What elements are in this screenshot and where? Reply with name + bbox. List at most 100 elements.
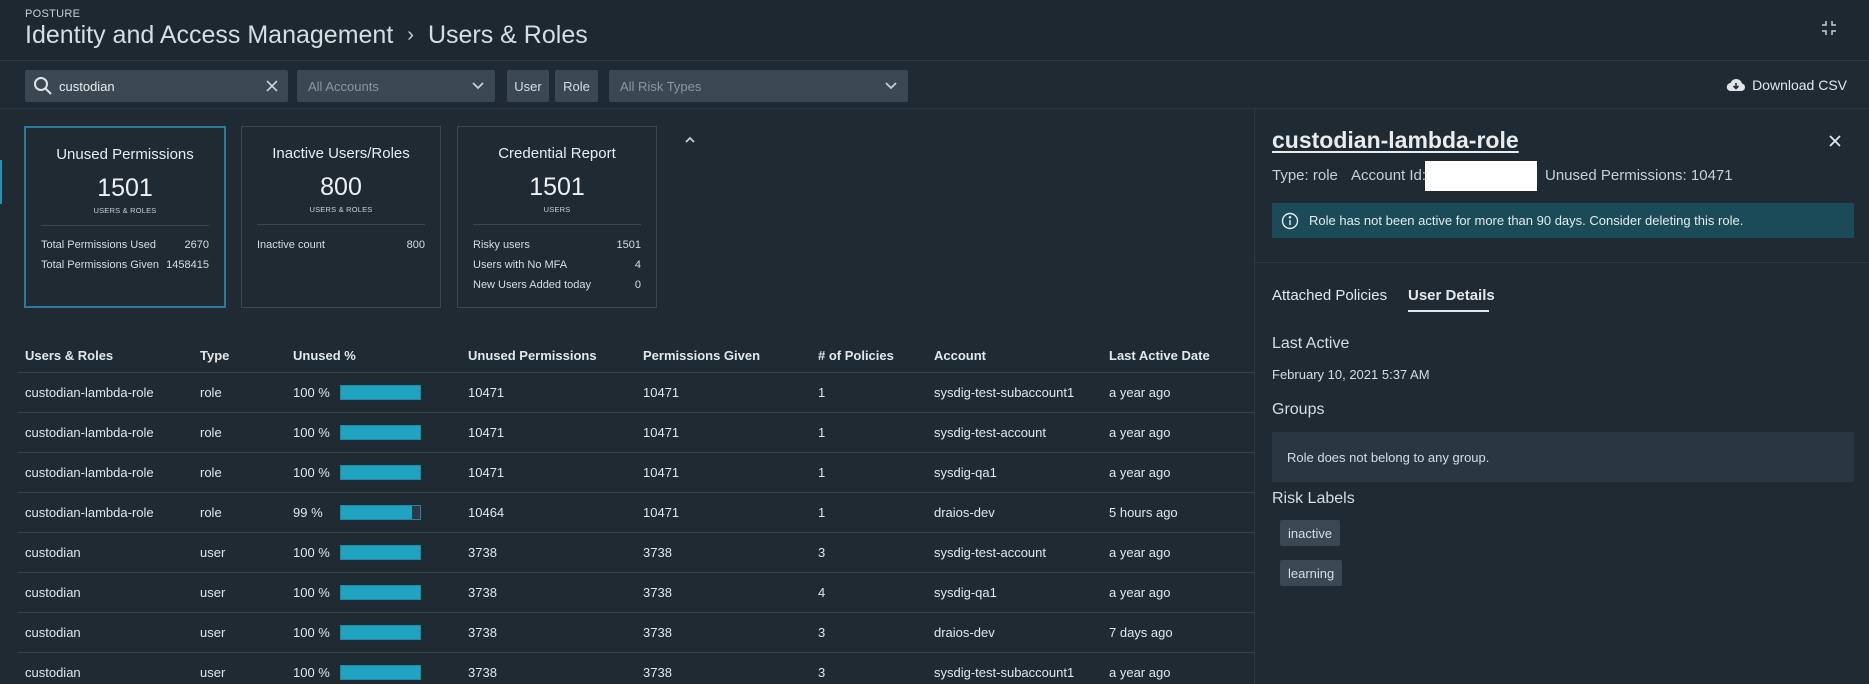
cell-name: custodian [18,612,193,653]
unused-percent: 100 % [293,544,461,560]
tab-attached-policies[interactable]: Attached Policies [1272,287,1387,304]
cell-policies: 1 [811,372,927,413]
cell-last-active: a year ago [1102,652,1254,684]
cell-type: user [193,572,286,613]
detail-account-label: Account Id: [1351,167,1427,184]
unused-percent-label: 100 % [293,584,330,600]
table-row[interactable]: custodian user 100 % 3738 3738 3 sysdig-test-s… [18,652,1254,684]
unused-percent-label: 100 % [293,424,330,440]
column-header[interactable]: Unused % [286,340,461,373]
card-subtitle: USERS & ROLES [309,205,373,214]
tab-user-details[interactable]: User Details [1408,287,1495,304]
unused-percent-bar [340,384,421,400]
stat-value: 800 [406,239,425,251]
stat-value: 2670 [184,239,209,251]
search-input[interactable] [59,78,259,94]
column-header[interactable]: Last Active Date [1102,340,1254,373]
unused-percent-bar-fill [341,425,420,439]
collapse-cards-chevron-up-icon[interactable] [683,134,697,146]
table-header-row: Users & Roles Type Unused % Unused Permi… [18,340,1254,373]
column-header[interactable]: Users & Roles [18,340,193,373]
unused-percent-bar [340,624,421,640]
close-icon[interactable] [1827,133,1843,149]
accounts-select[interactable]: All Accounts [297,70,495,102]
stat-label: Total Permissions Used [41,239,156,251]
table-row[interactable]: custodian-lambda-role role 99 % 10464 10471 1… [18,492,1254,533]
unused-percent-bar-fill [341,585,420,599]
stat-value: 4 [634,259,641,271]
stat-value: 0 [634,279,641,291]
card-credential-report[interactable]: Credential Report 1501 USERS Risky users… [457,126,657,308]
cell-unused-permissions: 10464 [461,492,636,533]
cell-account: draios-dev [927,612,1102,653]
cell-unused-percent: 100 % [286,612,461,653]
unused-percent-bar-fill [341,625,420,639]
card-inactive-users-roles[interactable]: Inactive Users/Roles 800 USERS & ROLES I… [241,126,441,308]
stat-value: 1501 [616,239,641,251]
column-header[interactable]: Permissions Given [636,340,811,373]
column-header[interactable]: # of Policies [811,340,927,373]
unused-percent-bar-fill [341,505,413,519]
cell-unused-percent: 99 % [286,492,461,533]
table-row[interactable]: custodian-lambda-role role 100 % 10471 10471… [18,412,1254,453]
download-csv-button[interactable]: Download CSV [1726,77,1847,93]
column-header[interactable]: Account [927,340,1102,373]
column-header[interactable]: Unused Permissions [461,340,636,373]
table-row[interactable]: custodian-lambda-role role 100 % 10471 10471… [18,372,1254,413]
detail-unused-permissions: Unused Permissions: 10471 [1545,167,1733,184]
detail-title[interactable]: custodian-lambda-role [1272,127,1519,154]
cell-account: sysdig-test-account [927,532,1102,573]
unused-percent: 100 % [293,664,461,680]
risk-types-select[interactable]: All Risk Types [609,70,908,102]
breadcrumb-chevron-icon: › [407,24,414,46]
groups-value: Role does not belong to any group. [1287,449,1490,465]
cell-type: user [193,652,286,684]
cell-type: role [193,412,286,453]
inactive-alert: Role has not been active for more than 9… [1272,203,1854,238]
user-filter-button[interactable]: User [507,70,549,102]
cell-unused-percent: 100 % [286,372,461,413]
cell-type: role [193,372,286,413]
search-icon [34,77,52,95]
cell-account: sysdig-test-account [927,412,1102,453]
breadcrumb: Identity and Access Management › Users &… [25,21,588,50]
unused-percent-bar [340,544,421,560]
cell-unused-percent: 100 % [286,572,461,613]
table-row[interactable]: custodian-lambda-role role 100 % 10471 10471… [18,452,1254,493]
stat-label: Risky users [473,239,530,251]
collapse-icon[interactable] [1819,18,1839,38]
card-stat: Total Permissions Used 2670 [41,239,209,251]
cell-unused-permissions: 3738 [461,612,636,653]
cell-permissions-given: 10471 [636,412,811,453]
unused-percent-bar [340,664,421,680]
risk-types-select-value: All Risk Types [620,78,702,94]
risk-label-chip: learning [1280,560,1343,586]
card-stat: Inactive count 800 [257,239,425,251]
active-tab-indicator [1408,310,1489,312]
unused-percent-label: 100 % [293,624,330,640]
card-stat: Total Permissions Given 1458415 [41,259,209,271]
card-divider [473,224,641,225]
redacted-account-id [1425,161,1537,191]
cell-policies: 4 [811,572,927,613]
card-unused-permissions[interactable]: Unused Permissions 1501 USERS & ROLES To… [24,126,226,308]
cell-type: user [193,532,286,573]
stat-label: Inactive count [257,239,325,251]
breadcrumb-parent[interactable]: Identity and Access Management [25,21,393,50]
column-header[interactable]: Type [193,340,286,373]
table-row[interactable]: custodian user 100 % 3738 3738 4 sysdig-qa1 a y… [18,572,1254,613]
detail-type: Type: role [1272,167,1338,184]
search-box[interactable] [25,70,288,102]
unused-percent-bar-fill [341,665,420,679]
cell-permissions-given: 3738 [636,652,811,684]
cell-name: custodian-lambda-role [18,412,193,453]
unused-percent-bar [340,504,421,520]
card-value: 1501 [97,174,153,202]
role-filter-button[interactable]: Role [555,70,598,102]
table-row[interactable]: custodian user 100 % 3738 3738 3 sysdig-test-a… [18,532,1254,573]
table-row[interactable]: custodian user 100 % 3738 3738 3 draios-dev 7 d… [18,612,1254,653]
cell-last-active: a year ago [1102,572,1254,613]
clear-search-icon[interactable] [264,78,280,94]
card-title: Unused Permissions [56,146,194,163]
cell-policies: 3 [811,532,927,573]
